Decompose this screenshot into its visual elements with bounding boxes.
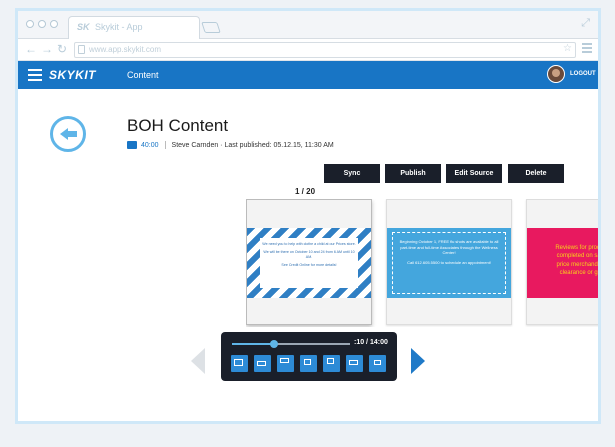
position-bottom-button[interactable] bbox=[254, 355, 271, 372]
address-bar: ← → ↻ www.app.skykit.com ☆ bbox=[18, 39, 598, 61]
slide-background: Beginning October 1, FREE flu shots are … bbox=[387, 228, 511, 298]
slide-thumbnail[interactable]: Reviews for produc completed on sale pri… bbox=[526, 199, 598, 325]
position-full-icon bbox=[234, 359, 243, 366]
position-bottom-center-button[interactable] bbox=[300, 355, 317, 372]
logout-link[interactable]: LOGOUT bbox=[570, 71, 596, 77]
position-center-button[interactable] bbox=[346, 355, 363, 372]
slide-line: We need you to help with clothe a child … bbox=[262, 242, 356, 246]
page-icon bbox=[78, 45, 85, 54]
slide-line: Reviews for produc bbox=[555, 245, 598, 251]
time-readout: :10 / 14:00 bbox=[354, 339, 388, 346]
window-close-icon[interactable] bbox=[26, 20, 34, 28]
position-bottom-icon bbox=[257, 361, 266, 366]
slide-background: Reviews for produc completed on sale pri… bbox=[527, 228, 598, 298]
position-right-icon bbox=[374, 360, 381, 365]
last-published: Last published: 05.12.15, 11:30 AM bbox=[224, 141, 334, 149]
slide-text: Reviews for produc completed on sale pri… bbox=[541, 244, 598, 278]
divider bbox=[164, 141, 166, 149]
slide-line: We will be there on October 10 and 24 fr… bbox=[263, 249, 355, 259]
section-title: Content bbox=[127, 70, 159, 80]
timeline-progress bbox=[232, 343, 275, 345]
slide-line: Beginning October 1, FREE flu shots are … bbox=[399, 239, 499, 256]
fullscreen-icon[interactable]: ⤢ bbox=[581, 17, 590, 30]
slide-counter: 1 / 20 bbox=[295, 187, 316, 196]
slide-line: price merchandise bbox=[556, 261, 598, 268]
browser-tab[interactable]: SK Skykit - App bbox=[68, 16, 200, 39]
author: Steve Carnden bbox=[171, 141, 219, 149]
slide-thumbnail[interactable]: Beginning October 1, FREE flu shots are … bbox=[386, 199, 512, 325]
tab-logo: SK bbox=[77, 22, 90, 32]
main-content: BOH Content 40:00 Steve Carnden · Last pu… bbox=[18, 89, 598, 421]
window-maximize-icon[interactable] bbox=[50, 20, 58, 28]
url-text: www.app.skykit.com bbox=[89, 45, 162, 54]
content-meta: 40:00 Steve Carnden · Last published: 05.… bbox=[127, 141, 334, 149]
sync-button[interactable]: Sync bbox=[324, 164, 380, 183]
position-full-button[interactable] bbox=[231, 355, 248, 372]
delete-button[interactable]: Delete bbox=[508, 164, 564, 183]
publish-button[interactable]: Publish bbox=[385, 164, 441, 183]
duration: 40:00 bbox=[141, 141, 159, 149]
reload-icon[interactable]: ↻ bbox=[57, 42, 67, 56]
position-top-center-button[interactable] bbox=[323, 355, 340, 372]
position-top-button[interactable] bbox=[277, 355, 294, 372]
position-bottom-center-icon bbox=[304, 359, 311, 365]
page-title: BOH Content bbox=[127, 116, 229, 135]
browser-menu-icon[interactable] bbox=[582, 43, 592, 55]
tab-title: Skykit - App bbox=[95, 22, 143, 32]
slide-line: clearance or gift bbox=[559, 270, 598, 277]
next-slide-button[interactable] bbox=[411, 348, 425, 374]
slide-line: Call 612.605.5500 to schedule an appoint… bbox=[407, 259, 491, 265]
back-arrow-icon[interactable]: ← bbox=[25, 42, 37, 56]
timeline-slider[interactable] bbox=[232, 340, 350, 348]
position-right-button[interactable] bbox=[369, 355, 386, 372]
slide-carousel: We need you to help with clothe a child … bbox=[246, 199, 598, 327]
url-field[interactable]: www.app.skykit.com ☆ bbox=[74, 42, 576, 58]
back-button[interactable] bbox=[50, 116, 86, 152]
app-header: SKYKIT Content LOGOUT bbox=[18, 61, 598, 89]
new-tab-icon[interactable] bbox=[201, 22, 221, 33]
edit-source-button[interactable]: Edit Source bbox=[446, 164, 502, 183]
tab-bar: SK Skykit - App ⤢ bbox=[18, 11, 598, 39]
slide-text: We need you to help with clothe a child … bbox=[260, 238, 358, 288]
bookmark-star-icon[interactable]: ☆ bbox=[563, 43, 572, 54]
slide-thumbnail[interactable]: We need you to help with clothe a child … bbox=[246, 199, 372, 325]
timeline-handle[interactable] bbox=[270, 340, 279, 348]
brand-logo[interactable]: SKYKIT bbox=[49, 68, 96, 82]
hamburger-menu-icon[interactable] bbox=[28, 69, 42, 84]
slide-line: See Credit Online for more details! bbox=[281, 262, 337, 267]
user-avatar[interactable] bbox=[547, 65, 565, 83]
browser-window: SK Skykit - App ⤢ ← → ↻ www.app.skykit.c… bbox=[15, 8, 601, 424]
slide-text: Beginning October 1, FREE flu shots are … bbox=[397, 239, 501, 269]
window-minimize-icon[interactable] bbox=[38, 20, 46, 28]
position-top-icon bbox=[280, 358, 289, 363]
screen-icon bbox=[127, 141, 137, 149]
position-top-center-icon bbox=[327, 358, 334, 364]
playback-controls: :10 / 14:00 bbox=[221, 332, 397, 381]
previous-slide-button[interactable] bbox=[191, 348, 205, 374]
position-center-icon bbox=[349, 360, 358, 365]
forward-arrow-icon[interactable]: → bbox=[41, 42, 53, 56]
slide-line: completed on sale bbox=[556, 253, 598, 260]
